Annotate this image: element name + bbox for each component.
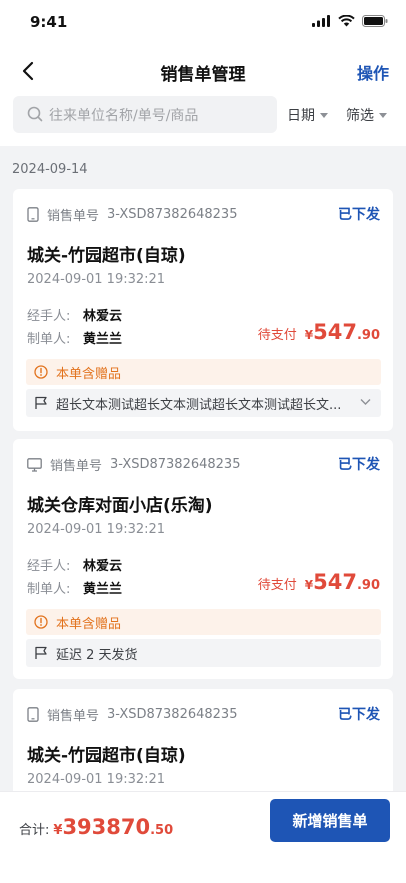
search-placeholder: 往来单位名称/单号/商品 [49, 108, 199, 124]
order-datetime: 2024-09-01 19:32:21 [27, 272, 166, 287]
order-datetime: 2024-09-01 19:32:21 [27, 522, 166, 537]
order-number-line: 销售单号 3-XSD87382648235 [27, 705, 237, 724]
gift-text: 本单含赠品 [56, 616, 122, 632]
maker-row: 制单人: 黄兰兰 [27, 328, 122, 347]
desktop-icon [27, 457, 42, 472]
wifi-icon [338, 15, 355, 27]
note-text: 延迟 2 天发货 [56, 647, 138, 663]
order-number: 3-XSD87382648235 [107, 707, 238, 722]
maker-label: 制单人: [27, 332, 71, 347]
total-label: 合计: [19, 823, 50, 838]
order-datetime: 2024-09-01 19:32:21 [27, 772, 166, 787]
handler-label: 经手人: [27, 309, 71, 324]
battery-icon [362, 15, 388, 27]
order-label: 销售单号 [47, 709, 100, 724]
order-note[interactable]: 延迟 2 天发货 [26, 639, 381, 667]
handler-value: 林爱云 [83, 309, 123, 324]
flag-icon [35, 396, 47, 409]
maker-label: 制单人: [27, 582, 71, 597]
payment-info: 待支付 ¥547.90 [258, 320, 380, 344]
status-badge: 已下发 [338, 207, 380, 223]
phone-icon [27, 207, 39, 222]
caret-down-icon [320, 112, 328, 118]
date-filter[interactable]: 日期 [287, 105, 328, 125]
gift-text: 本单含赠品 [56, 366, 122, 382]
operate-button[interactable]: 操作 [357, 60, 389, 84]
signal-icon [312, 15, 330, 27]
caret-down-icon [379, 112, 387, 118]
date-filter-label: 日期 [287, 108, 315, 124]
filter-dropdown[interactable]: 筛选 [346, 105, 387, 125]
phone-icon [27, 707, 39, 722]
handler-row: 经手人: 林爱云 [27, 305, 122, 324]
order-number-line: 销售单号 3-XSD87382648235 [27, 205, 237, 224]
order-amount: ¥547.90 [304, 570, 380, 594]
payment-status: 待支付 [257, 328, 297, 343]
add-sales-order-button[interactable]: 新增销售单 [270, 799, 390, 842]
status-badge: 已下发 [338, 457, 380, 473]
chevron-down-icon[interactable] [360, 398, 371, 406]
payment-status: 待支付 [257, 578, 297, 593]
search-input[interactable]: 往来单位名称/单号/商品 [13, 96, 277, 133]
status-bar: 9:41 [0, 0, 406, 46]
status-icons [312, 15, 388, 27]
order-label: 销售单号 [47, 209, 100, 224]
handler-label: 经手人: [27, 559, 71, 574]
gift-notice: 本单含赠品 [26, 359, 381, 385]
store-name: 城关仓库对面小店(乐淘) [27, 496, 213, 516]
store-name: 城关-竹园超市(自琼) [27, 746, 186, 766]
order-card[interactable]: 销售单号 3-XSD87382648235 已下发 城关仓库对面小店(乐淘) 2… [13, 439, 393, 679]
gift-notice: 本单含赠品 [26, 609, 381, 635]
order-number: 3-XSD87382648235 [107, 207, 238, 222]
maker-value: 黄兰兰 [83, 332, 123, 347]
order-card[interactable]: 销售单号 3-XSD87382648235 已下发 城关-竹园超市(自琼) 20… [13, 189, 393, 431]
handler-row: 经手人: 林爱云 [27, 555, 122, 574]
status-time: 9:41 [30, 13, 68, 31]
search-icon [27, 106, 43, 122]
alert-circle-icon [34, 365, 48, 379]
total-amount: ¥393870.50 [53, 815, 174, 839]
maker-value: 黄兰兰 [83, 582, 123, 597]
filter-label: 筛选 [346, 108, 374, 124]
order-note[interactable]: 超长文本测试超长文本测试超长文本测试超长文... [26, 389, 381, 417]
nav-bar: 销售单管理 操作 [0, 46, 406, 96]
search-bar: 往来单位名称/单号/商品 日期 筛选 [0, 96, 406, 146]
group-date: 2024-09-14 [12, 162, 88, 177]
order-number-line: 销售单号 3-XSD87382648235 [27, 455, 240, 474]
payment-info: 待支付 ¥547.90 [258, 570, 380, 594]
status-badge: 已下发 [338, 707, 380, 723]
alert-circle-icon [34, 615, 48, 629]
store-name: 城关-竹园超市(自琼) [27, 246, 186, 266]
order-number: 3-XSD87382648235 [110, 457, 241, 472]
page-title: 销售单管理 [160, 65, 246, 85]
order-amount: ¥547.90 [304, 320, 380, 344]
flag-icon [35, 646, 47, 659]
maker-row: 制单人: 黄兰兰 [27, 578, 122, 597]
handler-value: 林爱云 [83, 559, 123, 574]
order-label: 销售单号 [50, 459, 103, 474]
note-text: 超长文本测试超长文本测试超长文本测试超长文... [56, 397, 342, 413]
bottom-bar: 合计: ¥393870.50 新增销售单 [0, 791, 406, 883]
total-summary: 合计: ¥393870.50 [19, 815, 173, 839]
